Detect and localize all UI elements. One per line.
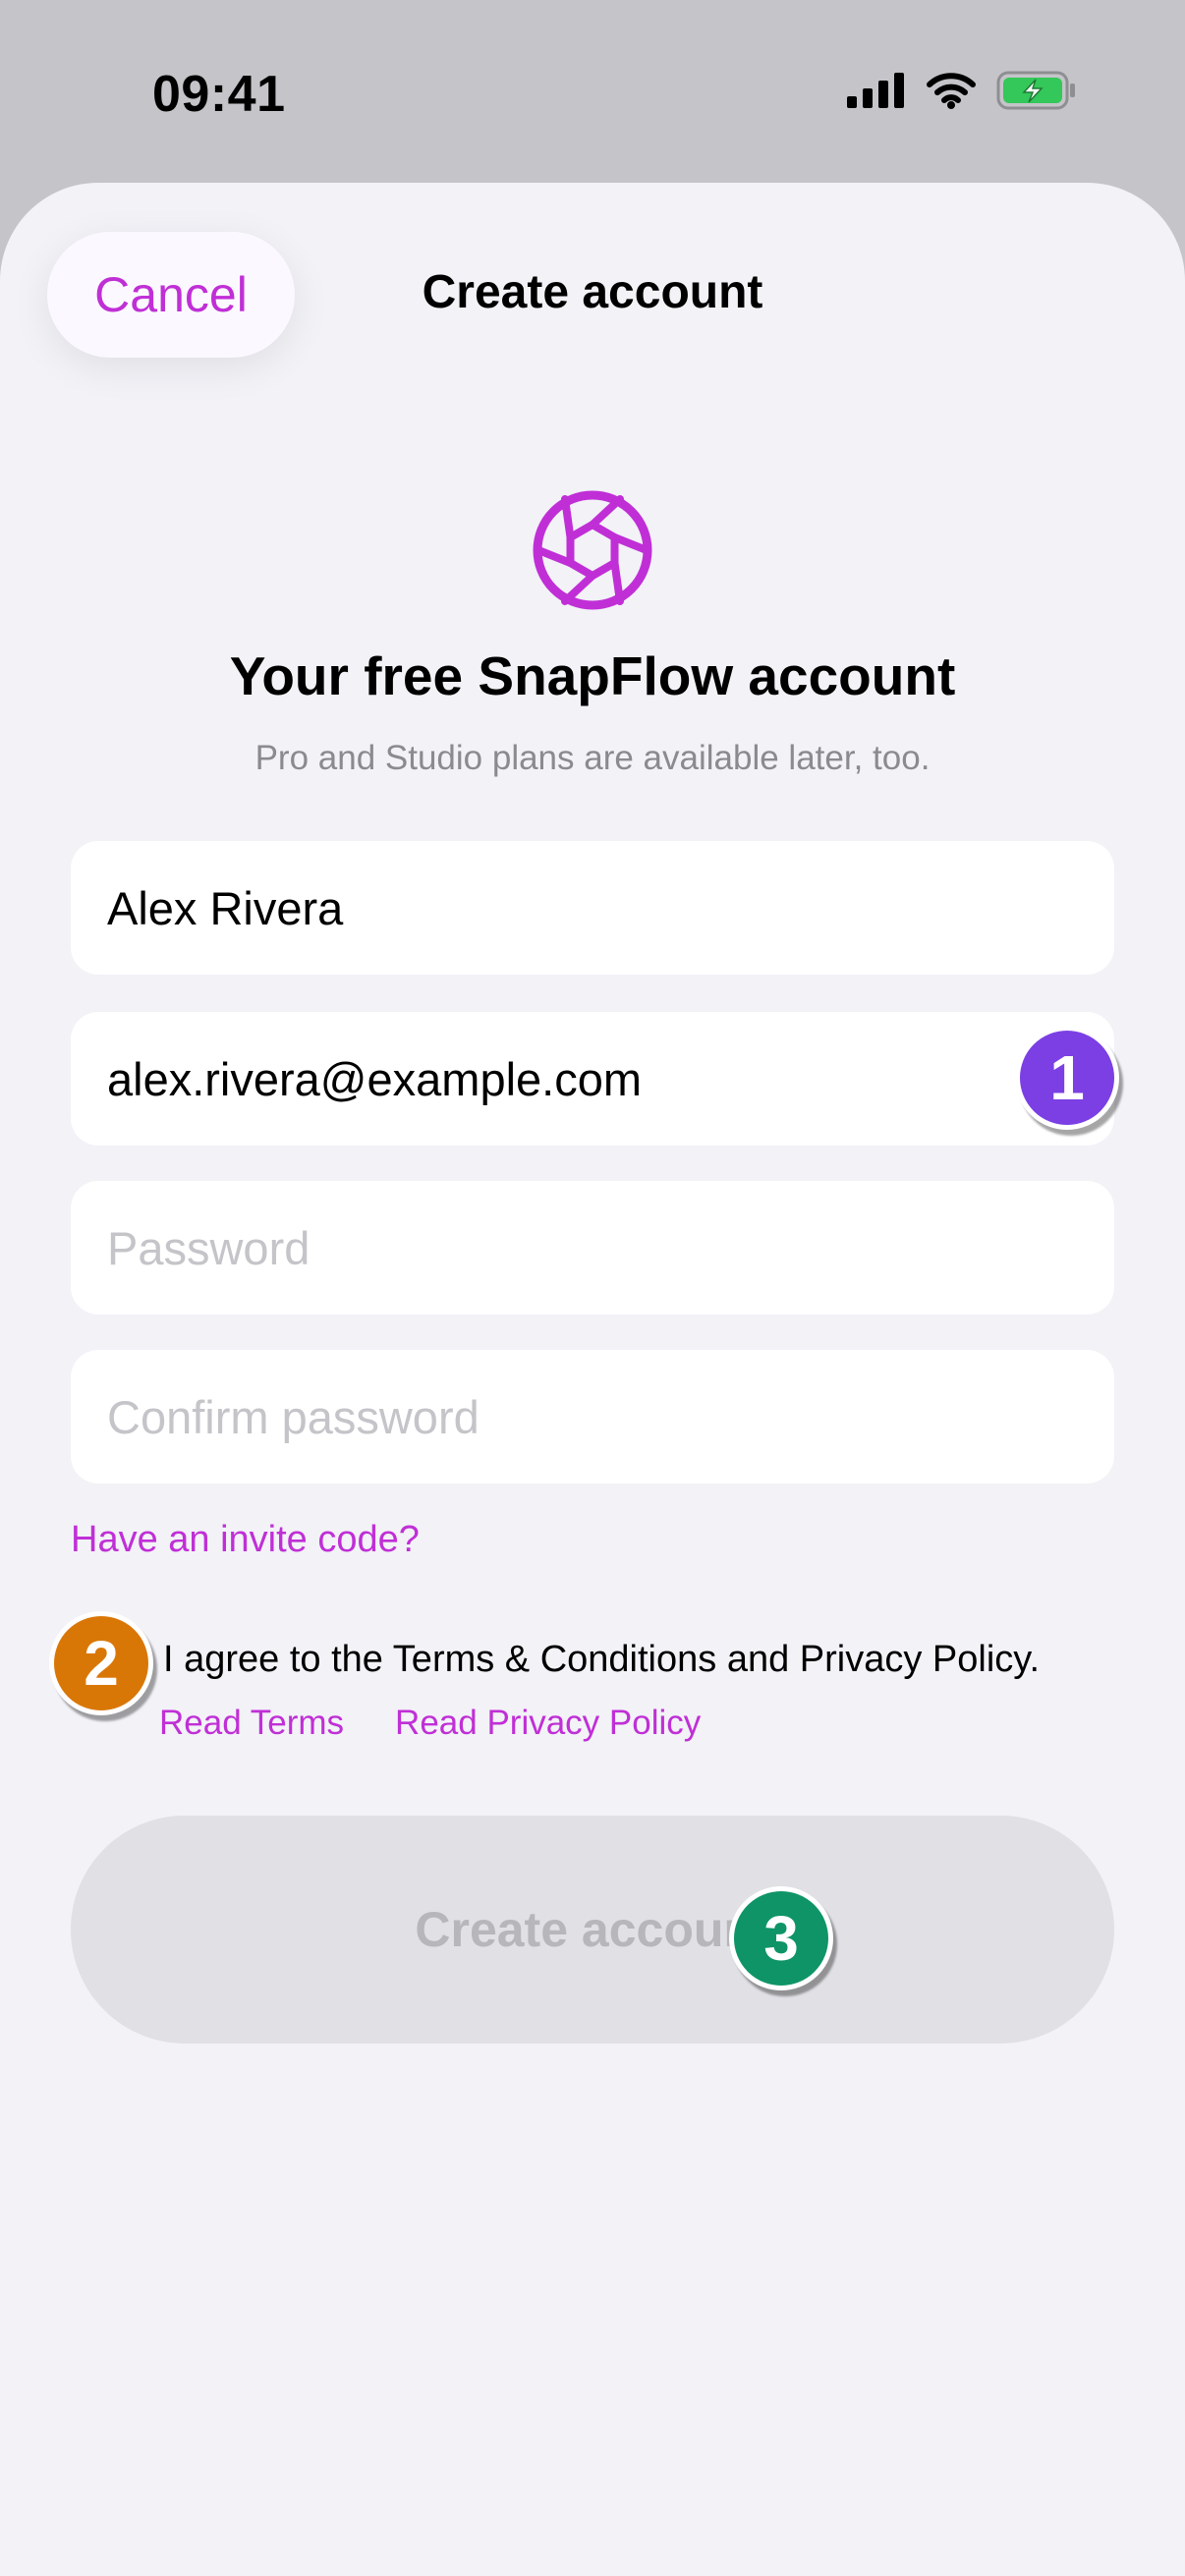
confirm-password-field[interactable]: Confirm password [71,1350,1114,1484]
create-account-button[interactable]: Create account [71,1816,1114,2044]
terms-links: Read Terms Read Privacy Policy [159,1704,701,1743]
battery-charging-icon [996,71,1077,115]
status-time: 09:41 [152,66,286,123]
status-bar: 09:41 [0,0,1185,187]
create-account-sheet: Cancel Create account Your free SnapFlow… [0,183,1185,2576]
read-privacy-policy-link[interactable]: Read Privacy Policy [395,1704,701,1743]
password-field[interactable]: Password [71,1181,1114,1315]
full-name-field[interactable]: Alex Rivera [71,841,1114,975]
read-terms-link[interactable]: Read Terms [159,1704,344,1743]
annotation-badge-2: 2 [49,1611,153,1715]
wifi-icon [926,72,977,114]
camera-aperture-icon [532,489,653,611]
headline: Your free SnapFlow account [229,645,956,706]
invite-code-link[interactable]: Have an invite code? [71,1519,420,1561]
terms-agreement-text[interactable]: I agree to the Terms & Conditions and Pr… [163,1639,1040,1681]
cellular-signal-icon [847,73,906,113]
subheadline: Pro and Studio plans are available later… [254,739,931,777]
page-title: Create account [422,266,763,318]
status-icons [847,71,1077,115]
full-name-value: Alex Rivera [107,881,344,934]
confirm-password-placeholder: Confirm password [107,1390,480,1443]
annotation-badge-3: 3 [729,1886,833,1990]
password-placeholder: Password [107,1221,310,1274]
email-value: alex.rivera@example.com [107,1052,643,1105]
email-field[interactable]: alex.rivera@example.com [71,1012,1114,1146]
annotation-badge-1: 1 [1015,1026,1119,1130]
